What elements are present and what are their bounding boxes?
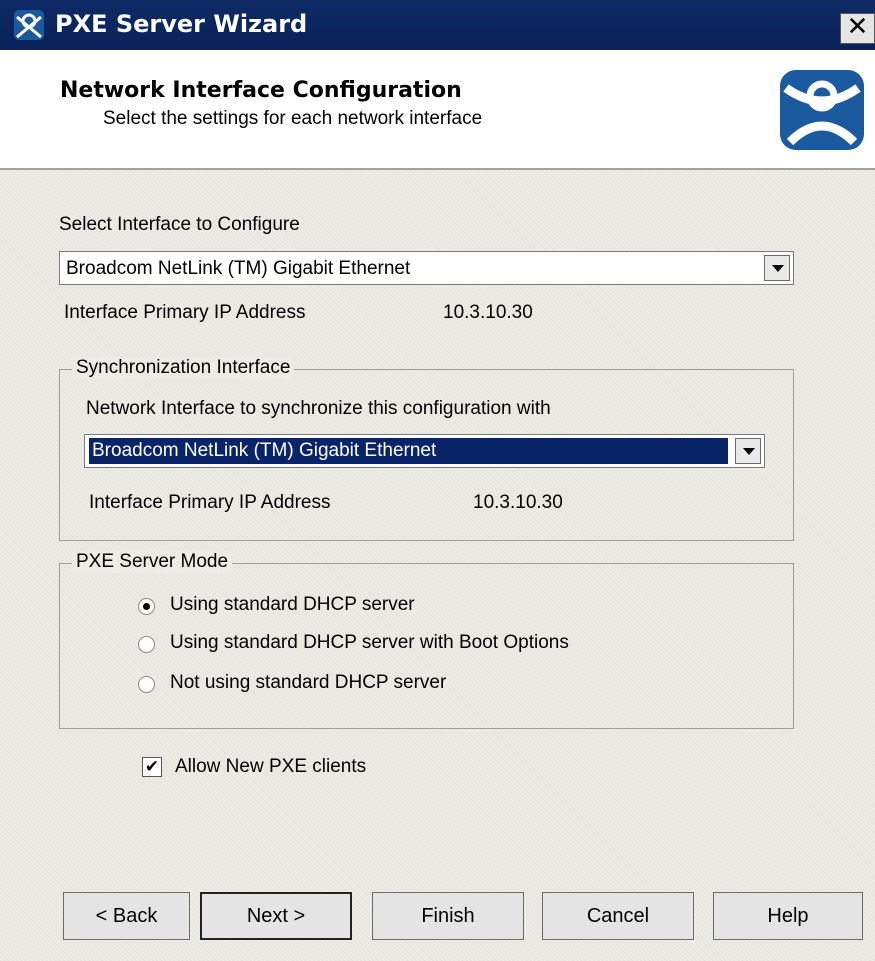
next-button[interactable]: Next > bbox=[200, 892, 352, 940]
interface-ip-label: Interface Primary IP Address bbox=[64, 302, 306, 323]
window-title: PXE Server Wizard bbox=[55, 10, 308, 38]
chevron-down-icon[interactable] bbox=[764, 255, 790, 281]
page-subtitle: Select the settings for each network int… bbox=[103, 108, 483, 129]
radio-standard-dhcp[interactable] bbox=[138, 598, 155, 615]
radio-no-standard-dhcp-label[interactable]: Not using standard DHCP server bbox=[170, 672, 446, 694]
radio-no-standard-dhcp[interactable] bbox=[138, 676, 155, 693]
pxe-server-mode-legend: PXE Server Mode bbox=[72, 551, 233, 573]
interface-dropdown[interactable]: Broadcom NetLink (TM) Gigabit Ethernet bbox=[59, 251, 794, 285]
sync-interface-dropdown[interactable]: Broadcom NetLink (TM) Gigabit Ethernet bbox=[84, 434, 765, 468]
allow-new-pxe-clients-label[interactable]: Allow New PXE clients bbox=[175, 756, 366, 778]
sync-interface-dropdown-value: Broadcom NetLink (TM) Gigabit Ethernet bbox=[89, 438, 728, 464]
radio-standard-dhcp-label[interactable]: Using standard DHCP server bbox=[170, 594, 415, 616]
thinmanager-logo-icon bbox=[780, 70, 864, 150]
page-title: Network Interface Configuration bbox=[60, 78, 462, 103]
pxe-server-wizard-window: PXE Server Wizard ✕ Network Interface Co… bbox=[0, 0, 875, 961]
radio-standard-dhcp-boot-options-label[interactable]: Using standard DHCP server with Boot Opt… bbox=[170, 632, 569, 654]
allow-new-pxe-clients-checkbox[interactable]: ✔ bbox=[142, 757, 162, 777]
sync-ip-value: 10.3.10.30 bbox=[473, 492, 563, 513]
back-button[interactable]: < Back bbox=[63, 892, 190, 940]
close-icon: ✕ bbox=[846, 12, 869, 42]
interface-ip-value: 10.3.10.30 bbox=[443, 302, 533, 323]
wizard-header: Network Interface Configuration Select t… bbox=[0, 50, 875, 170]
close-button[interactable]: ✕ bbox=[840, 13, 875, 44]
help-button[interactable]: Help bbox=[713, 892, 863, 940]
cancel-button[interactable]: Cancel bbox=[542, 892, 694, 940]
synchronization-interface-legend: Synchronization Interface bbox=[72, 357, 295, 379]
finish-button[interactable]: Finish bbox=[372, 892, 524, 940]
select-interface-label: Select Interface to Configure bbox=[59, 214, 300, 235]
radio-standard-dhcp-boot-options[interactable] bbox=[138, 636, 155, 653]
title-bar[interactable]: PXE Server Wizard ✕ bbox=[0, 0, 875, 50]
app-logo-icon bbox=[14, 10, 44, 40]
sync-ip-label: Interface Primary IP Address bbox=[89, 492, 331, 513]
chevron-down-icon[interactable] bbox=[735, 438, 761, 464]
interface-dropdown-value: Broadcom NetLink (TM) Gigabit Ethernet bbox=[66, 258, 411, 279]
sync-prompt-label: Network Interface to synchronize this co… bbox=[86, 398, 551, 419]
